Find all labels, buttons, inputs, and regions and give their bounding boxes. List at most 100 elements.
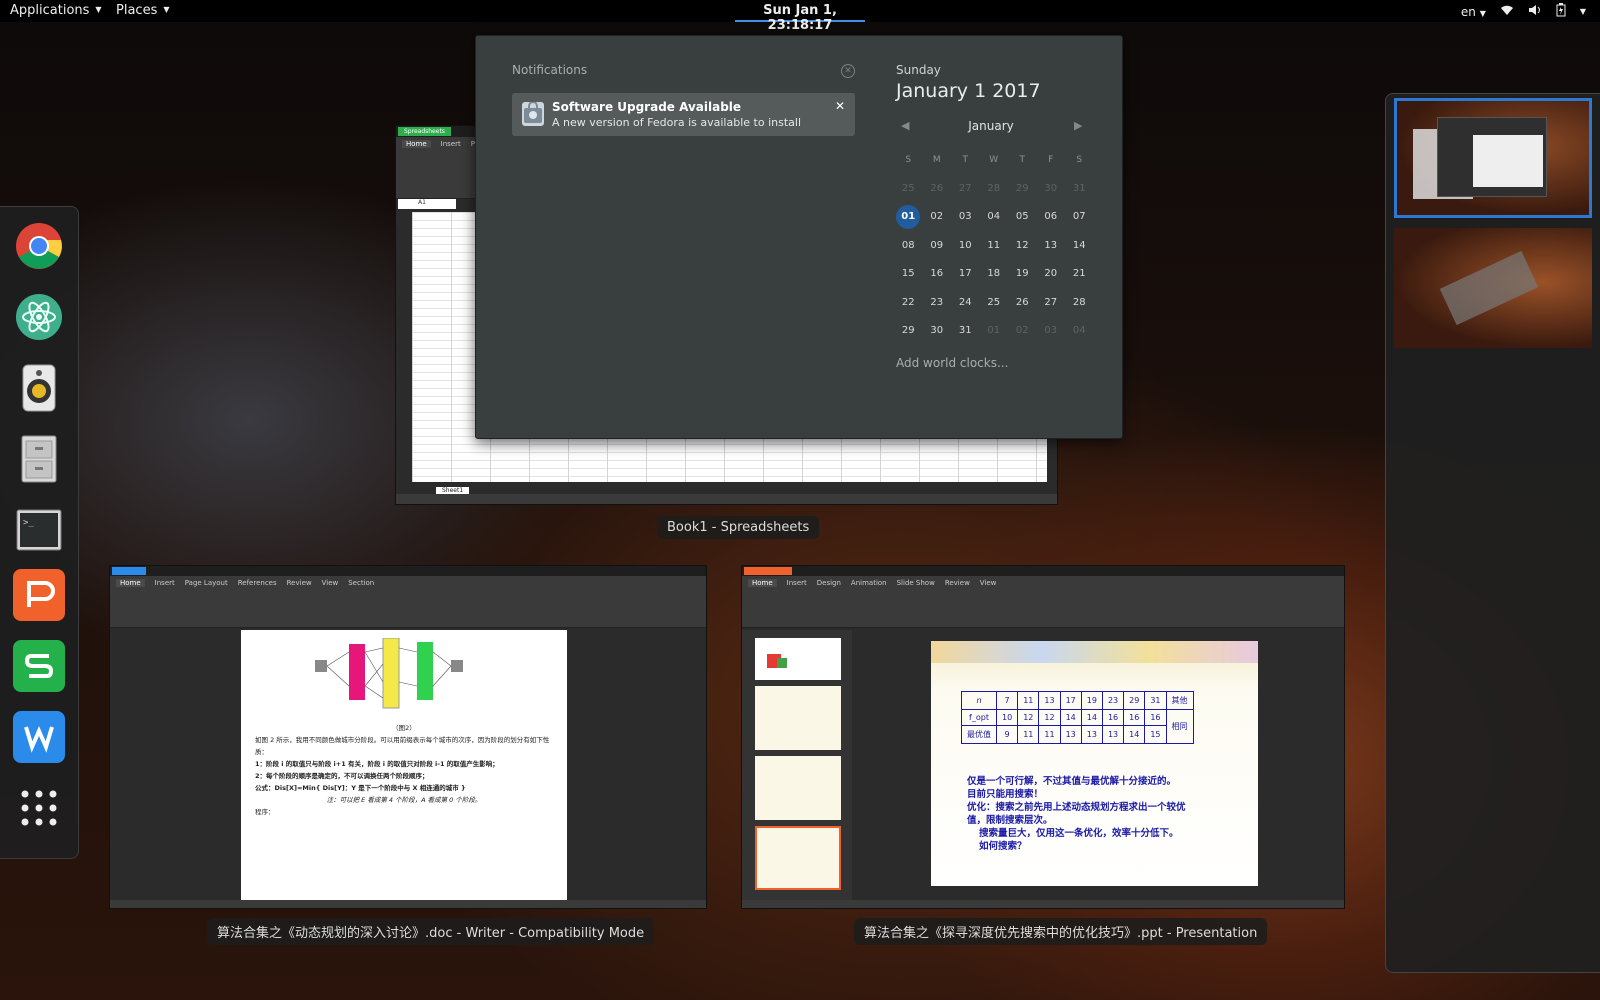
writer-page[interactable]: （图2） 如图 2 所示，我用不同颜色做城市分阶段。可以用前缀表示每个城市的次序… [241,630,567,900]
calendar-day[interactable]: 03 [1037,317,1066,346]
volume-icon[interactable] [1528,4,1542,19]
ribbon-tab-section[interactable]: Section [348,579,374,587]
calendar-day[interactable]: 08 [894,232,923,261]
calendar-day[interactable]: 15 [894,260,923,289]
calendar-day[interactable]: 11 [980,232,1009,261]
notification-card[interactable]: Software Upgrade Available A new version… [512,93,855,136]
calendar-day[interactable]: 27 [951,175,980,204]
calendar-day[interactable]: 27 [1037,289,1066,318]
calendar-day[interactable]: 23 [923,289,952,318]
ribbon-tab-home[interactable]: Home [748,579,777,587]
cell-reference-box[interactable]: A1 [398,199,456,209]
calendar-day[interactable]: 17 [951,260,980,289]
calendar-day[interactable]: 01 [980,317,1009,346]
calendar-day[interactable]: 30 [1037,175,1066,204]
table-cell: 最优值 [961,725,997,744]
wps-presentation-launcher[interactable] [13,569,65,621]
calendar-day[interactable]: 29 [894,317,923,346]
calendar-day[interactable]: 14 [1065,232,1094,261]
presentation-window[interactable]: Home Insert Design Animation Slide Show … [741,565,1345,909]
battery-icon[interactable] [1556,3,1566,20]
atom-launcher[interactable] [13,291,65,343]
clock-button[interactable]: Sun Jan 1, 23:18:17 [735,0,865,33]
calendar-day[interactable]: 29 [1008,175,1037,204]
calendar-day[interactable]: 16 [923,260,952,289]
clear-notifications-button[interactable]: ✕ [841,64,855,78]
slide-thumbnail-selected[interactable] [755,826,841,890]
language-indicator[interactable]: en ▼ [1461,5,1486,19]
calendar-day[interactable]: 25 [894,175,923,204]
ribbon-tab-insert[interactable]: Insert [787,579,807,587]
table-cell: 16 [1144,709,1167,726]
places-menu[interactable]: Places ▼ [116,3,170,18]
calendar-day[interactable]: 30 [923,317,952,346]
calendar-day[interactable]: 31 [951,317,980,346]
calendar-day[interactable]: 20 [1037,260,1066,289]
calendar-day[interactable]: 18 [980,260,1009,289]
sheet-tab[interactable]: Sheet1 [436,487,470,494]
ribbon-tab-review[interactable]: Review [945,579,970,587]
show-applications-button[interactable] [13,782,65,834]
notification-close-icon[interactable]: ✕ [835,99,845,113]
calendar-day[interactable]: 01 [894,203,923,232]
slide-thumbnail[interactable] [755,686,841,750]
calendar-day[interactable]: 26 [923,175,952,204]
calendar-day[interactable]: 02 [1008,317,1037,346]
terminal-launcher[interactable]: >_ [13,504,65,556]
slide-thumbnail[interactable] [755,638,841,680]
rhythmbox-launcher[interactable] [13,362,65,414]
wps-writer-launcher[interactable] [13,711,65,763]
slide-canvas[interactable]: n 7 11 13 17 19 23 29 31 其他 f_opt 10 12 12 14 14 16 16 16 相… [931,641,1258,886]
calendar-day[interactable]: 04 [980,203,1009,232]
ribbon-tab-insert[interactable]: Insert [155,579,175,587]
calendar-day[interactable]: 13 [1037,232,1066,261]
calendar-day[interactable]: 04 [1065,317,1094,346]
calendar-day[interactable]: 03 [951,203,980,232]
ribbon-tab-design[interactable]: Design [817,579,841,587]
files-launcher[interactable] [13,433,65,485]
language-label: en [1460,4,1476,19]
calendar-day[interactable]: 02 [923,203,952,232]
slide-thumbnail[interactable] [755,756,841,820]
calendar-day[interactable]: 28 [980,175,1009,204]
chrome-launcher[interactable] [13,220,65,272]
calendar-day[interactable]: 19 [1008,260,1037,289]
calendar-day[interactable]: 21 [1065,260,1094,289]
wps-spreadsheets-launcher[interactable] [13,640,65,692]
calendar-day[interactable]: 07 [1065,203,1094,232]
ribbon-tab-page-layout[interactable]: Page Layout [185,579,228,587]
ribbon-tab-insert[interactable]: Insert [441,140,461,148]
wifi-icon[interactable] [1500,4,1514,19]
ribbon-tab-slide-show[interactable]: Slide Show [897,579,935,587]
spreadsheet-tab[interactable]: Spreadsheets [398,127,451,136]
ribbon-tab-view[interactable]: View [980,579,997,587]
table-cell: 16 [1123,709,1146,726]
ribbon-tab-references[interactable]: References [238,579,277,587]
applications-menu[interactable]: Applications ▼ [10,3,102,18]
calendar-day[interactable]: 05 [1008,203,1037,232]
ribbon-tab-home[interactable]: Home [402,140,431,148]
workspace-2[interactable] [1394,228,1592,348]
calendar-day[interactable]: 31 [1065,175,1094,204]
calendar-day[interactable]: 22 [894,289,923,318]
next-month-icon[interactable]: ▶ [1074,119,1082,132]
ribbon-tab-animation[interactable]: Animation [851,579,887,587]
writer-window[interactable]: Home Insert Page Layout References Revie… [109,565,707,909]
calendar-day[interactable]: 26 [1008,289,1037,318]
ribbon-tab-home[interactable]: Home [116,579,145,587]
calendar-day[interactable]: 10 [951,232,980,261]
calendar-day[interactable]: 06 [1037,203,1066,232]
presentation-app-tab[interactable] [744,567,792,575]
workspace-1[interactable] [1394,98,1592,218]
calendar-day[interactable]: 09 [923,232,952,261]
calendar-day[interactable]: 25 [980,289,1009,318]
ribbon-tab-view[interactable]: View [322,579,339,587]
calendar-day[interactable]: 12 [1008,232,1037,261]
add-world-clocks-link[interactable]: Add world clocks... [896,356,1008,370]
system-menu-arrow-icon[interactable]: ▼ [1580,7,1586,16]
writer-app-tab[interactable] [112,567,146,575]
calendar-day[interactable]: 28 [1065,289,1094,318]
table-cell: 31 [1144,691,1167,710]
ribbon-tab-review[interactable]: Review [287,579,312,587]
calendar-day[interactable]: 24 [951,289,980,318]
